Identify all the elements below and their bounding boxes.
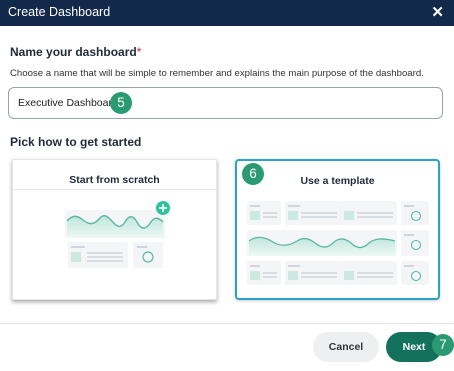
dashboard-name-input[interactable]: Executive Dashboard [8, 87, 443, 119]
dashboard-name-value: Executive Dashboard [18, 97, 118, 109]
step-badge-next: 7 [432, 334, 454, 356]
step-badge-template: 6 [242, 163, 264, 185]
name-dashboard-label: Name your dashboard [10, 45, 137, 59]
dialog-header: Create Dashboard ✕ [0, 0, 454, 26]
start-from-scratch-card[interactable]: Start from scratch [12, 159, 217, 300]
plus-icon [156, 201, 170, 215]
scratch-preview-illustration [65, 201, 170, 268]
footer-divider [0, 323, 454, 324]
name-dashboard-heading: Name your dashboard* [10, 45, 141, 59]
required-marker: * [136, 45, 142, 59]
use-template-card[interactable]: Use a template [235, 159, 440, 300]
cancel-button[interactable]: Cancel [313, 332, 379, 362]
dialog-title: Create Dashboard [8, 5, 111, 19]
pick-start-heading: Pick how to get started [10, 135, 142, 149]
close-icon[interactable]: ✕ [431, 3, 444, 21]
template-preview-illustration [247, 201, 429, 285]
step-badge-input: 5 [110, 92, 132, 114]
name-help-text: Choose a name that will be simple to rem… [10, 68, 424, 79]
